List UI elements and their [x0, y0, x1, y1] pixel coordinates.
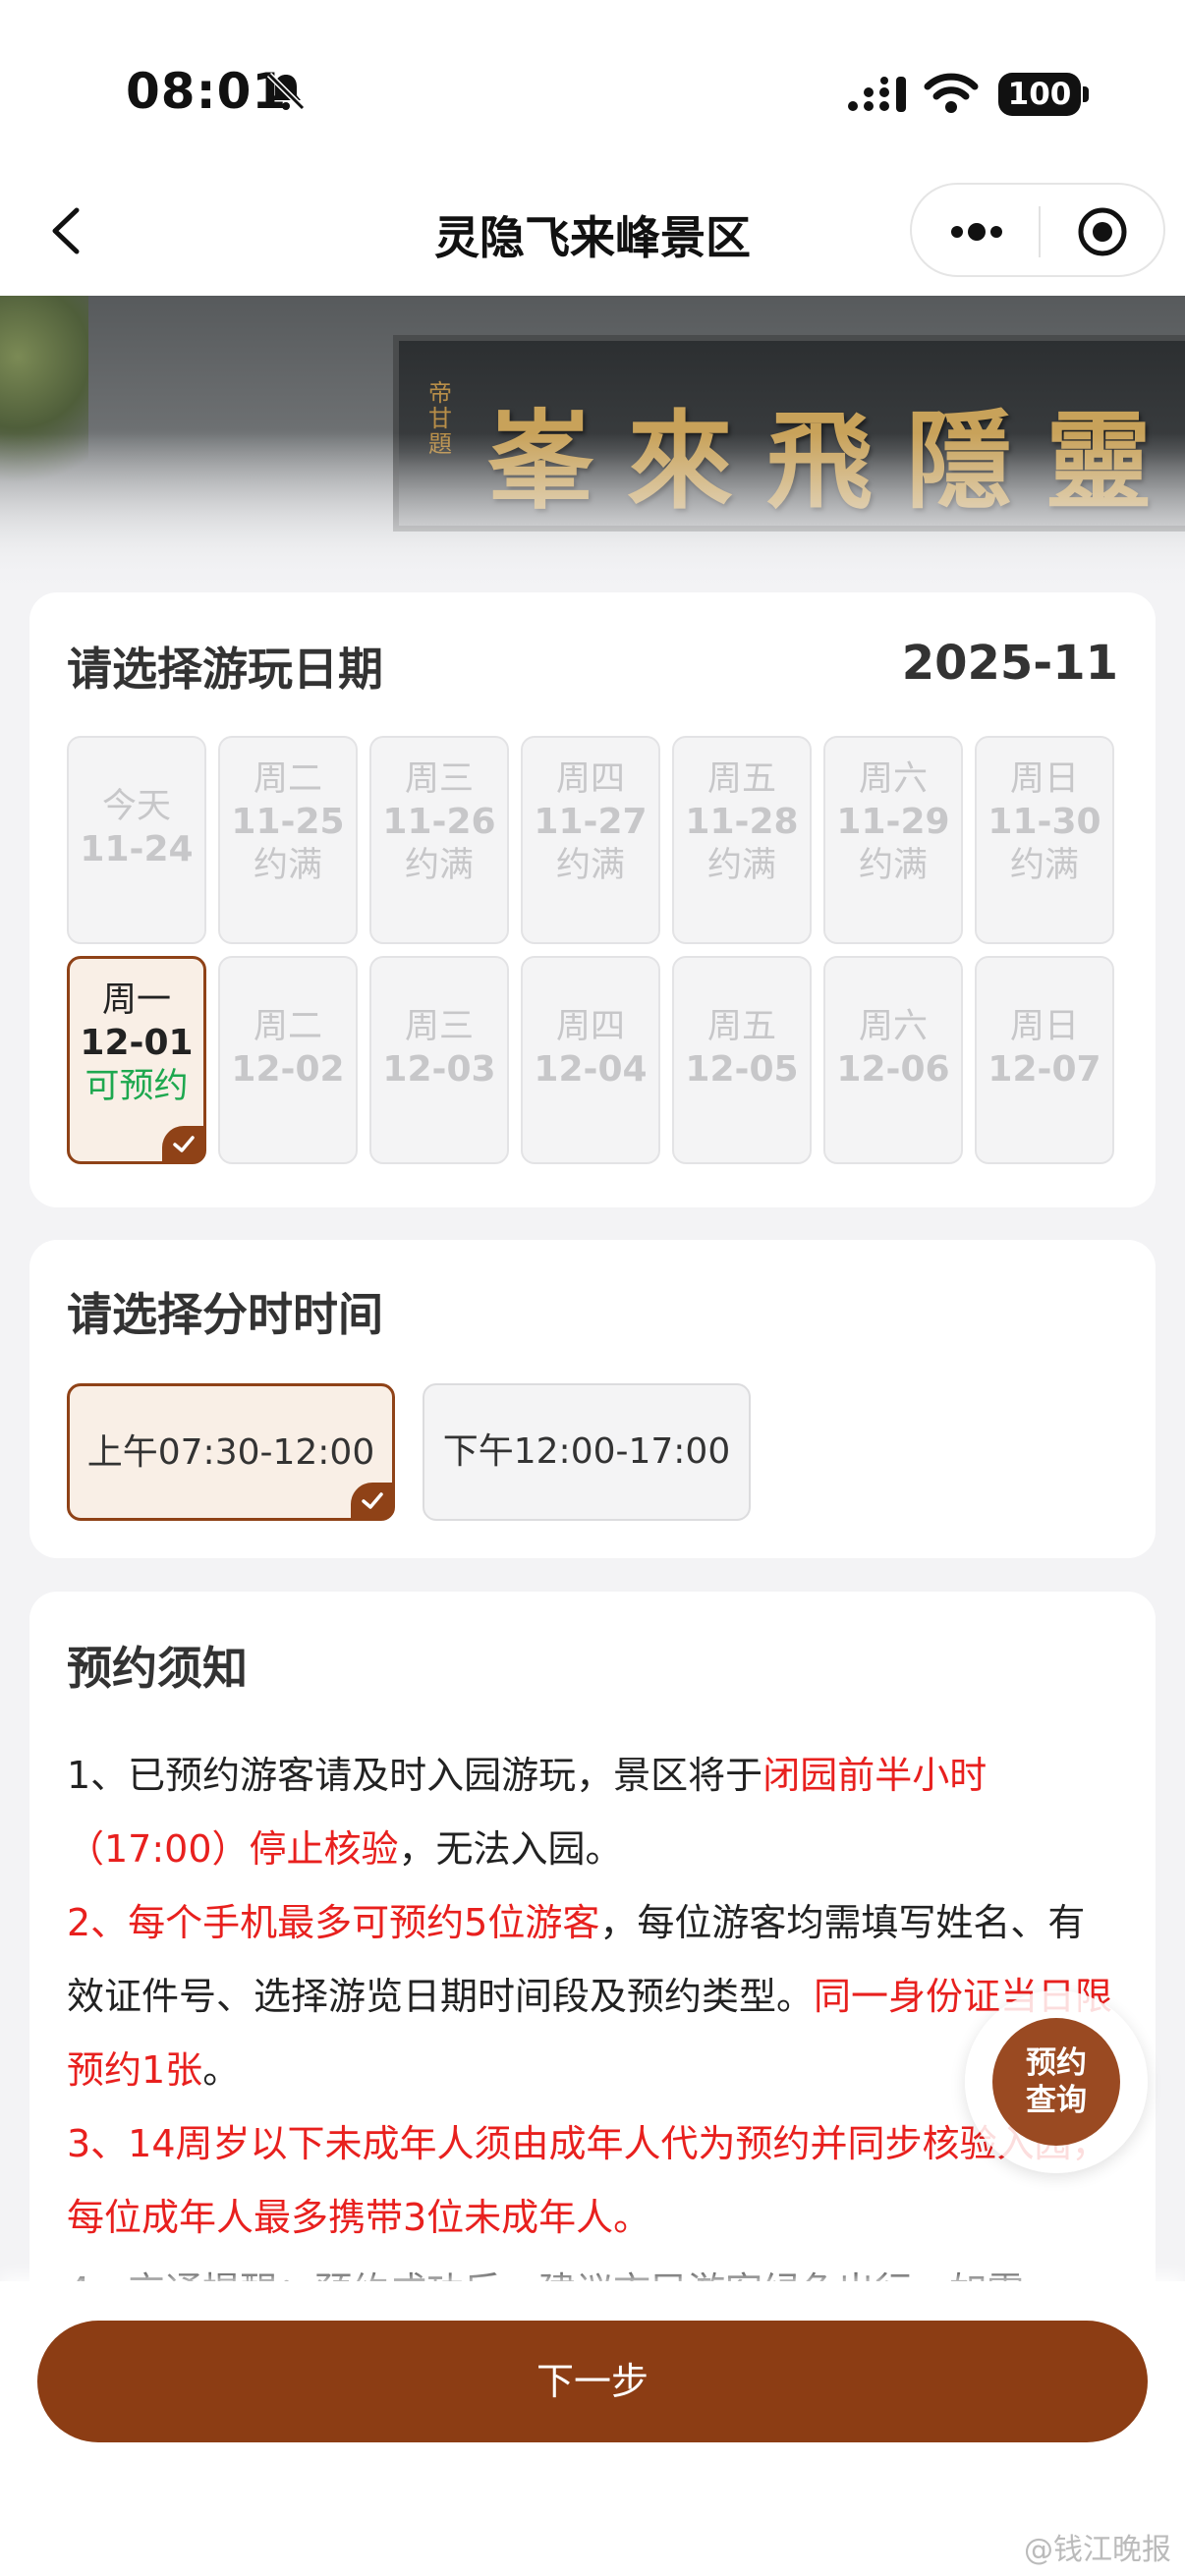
date-select-card: 请选择游玩日期 2025-11 今天 11-24 周二 11-25 约满 周三 11-26 约…: [29, 592, 1156, 1207]
notice-body: 1、已预约游客请及时入园游玩，景区将于闭园前半小时（17:00）停止核验，无法入…: [67, 1739, 1118, 2328]
date-weekday: 周五: [706, 1007, 776, 1046]
check-icon: [173, 1136, 195, 1152]
date-value: 11-27: [534, 802, 648, 842]
bell-muted-icon: [266, 72, 306, 111]
date-cell[interactable]: 周二 11-25 约满: [218, 736, 358, 944]
reservation-query-button[interactable]: 预约 查询: [965, 1990, 1148, 2173]
date-status: 约满: [706, 846, 776, 885]
time-select-card: 请选择分时时间 上午07:30-12:00 下午12:00-17:00: [29, 1240, 1156, 1558]
watermark: @钱江晚报: [1024, 2533, 1171, 2567]
date-weekday: 周五: [706, 759, 776, 799]
date-value: 12-03: [382, 1049, 496, 1090]
date-weekday: 周日: [1009, 1007, 1079, 1046]
date-cell[interactable]: 周三 12-03: [369, 956, 509, 1164]
check-icon: [362, 1492, 383, 1509]
date-value: 12-07: [988, 1049, 1101, 1090]
date-weekday: 周日: [1009, 759, 1079, 799]
date-cell[interactable]: 周一 12-01 可预约: [67, 956, 206, 1164]
date-card-title: 请选择游玩日期: [67, 643, 383, 696]
date-value: 12-04: [534, 1049, 648, 1090]
signal-icon: [848, 77, 906, 112]
mini-program-capsule: [910, 183, 1165, 277]
date-value: 11-30: [988, 802, 1101, 842]
time-card-title: 请选择分时时间: [67, 1288, 383, 1341]
wifi-icon: [924, 73, 979, 113]
date-weekday: 周二: [253, 759, 322, 799]
date-cell[interactable]: 周六 12-06: [823, 956, 963, 1164]
date-cell[interactable]: 周日 11-30 约满: [975, 736, 1114, 944]
fab-label-line2: 查询: [1026, 2083, 1087, 2118]
date-cell[interactable]: 周五 11-28 约满: [672, 736, 812, 944]
date-weekday: 今天: [101, 787, 171, 826]
scenic-banner: 帝甘題 峯來飛隱靈: [0, 296, 1185, 590]
date-weekday: 周六: [858, 759, 928, 799]
date-value: 11-28: [685, 802, 799, 842]
date-status: 约满: [858, 846, 928, 885]
time-slot-label: 上午07:30-12:00: [86, 1432, 375, 1473]
banner-fade: [0, 433, 1185, 590]
date-value: 12-05: [685, 1049, 799, 1090]
date-status: 约满: [555, 846, 625, 885]
date-weekday: 周一: [101, 980, 171, 1020]
time-slot-morning[interactable]: 上午07:30-12:00: [67, 1383, 395, 1521]
selected-check-badge: [351, 1483, 394, 1520]
date-status: 约满: [404, 846, 474, 885]
next-step-button[interactable]: 下一步: [37, 2321, 1148, 2442]
notice-item-2: 2、每个手机最多可预约5位游客，每位游客均需填写姓名、有效证件号、选择游览日期时…: [67, 1901, 1113, 2092]
selected-check-badge: [162, 1126, 205, 1163]
date-cell[interactable]: 周四 12-04: [521, 956, 660, 1164]
bottom-action-bar: 下一步 @钱江晚报: [0, 2281, 1185, 2576]
date-status: 约满: [1009, 846, 1079, 885]
date-value: 12-06: [836, 1049, 950, 1090]
fab-label-line1: 预约: [1026, 2045, 1087, 2081]
date-cell[interactable]: 周二 12-02: [218, 956, 358, 1164]
capsule-divider: [1039, 206, 1041, 257]
time-slot-afternoon[interactable]: 下午12:00-17:00: [423, 1383, 751, 1521]
date-weekday: 周三: [404, 759, 474, 799]
date-value: 11-26: [382, 802, 496, 842]
date-value: 11-25: [231, 802, 345, 842]
date-weekday: 周四: [555, 1007, 625, 1046]
date-weekday: 周六: [858, 1007, 928, 1046]
battery-indicator: 100: [998, 73, 1081, 116]
date-value: 12-01: [80, 1023, 194, 1063]
date-value: 12-02: [231, 1049, 345, 1090]
time-slot-label: 下午12:00-17:00: [442, 1431, 731, 1472]
date-weekday: 周四: [555, 759, 625, 799]
date-status: 可预约: [85, 1067, 189, 1106]
date-value: 11-24: [80, 829, 194, 869]
date-status: 约满: [253, 846, 322, 885]
date-value: 11-29: [836, 802, 950, 842]
date-weekday: 周二: [253, 1007, 322, 1046]
status-bar: 08:01 100: [0, 0, 1185, 182]
notice-card: 预约须知 1、已预约游客请及时入园游玩，景区将于闭园前半小时（17:00）停止核…: [29, 1592, 1156, 2358]
reservation-query-badge: 预约 查询: [992, 2018, 1120, 2146]
notice-title: 预约须知: [67, 1642, 248, 1695]
date-weekday: 周三: [404, 1007, 474, 1046]
date-cell[interactable]: 今天 11-24: [67, 736, 206, 944]
notice-item-1: 1、已预约游客请及时入园游玩，景区将于闭园前半小时（17:00）停止核验，无法入…: [67, 1754, 988, 1871]
more-options-icon[interactable]: [945, 208, 1008, 255]
date-cell[interactable]: 周五 12-05: [672, 956, 812, 1164]
date-cell[interactable]: 周四 11-27 约满: [521, 736, 660, 944]
date-cell[interactable]: 周日 12-07: [975, 956, 1114, 1164]
date-cell[interactable]: 周三 11-26 约满: [369, 736, 509, 944]
date-cell[interactable]: 周六 11-29 约满: [823, 736, 963, 944]
notice-item-3: 3、14周岁以下未成年人须由成年人代为预约并同步核验入园，每位成年人最多携带3位…: [67, 2122, 1109, 2239]
close-miniprogram-icon[interactable]: [1075, 204, 1130, 259]
month-label[interactable]: 2025-11: [902, 636, 1118, 691]
battery-tip: [1083, 86, 1089, 102]
